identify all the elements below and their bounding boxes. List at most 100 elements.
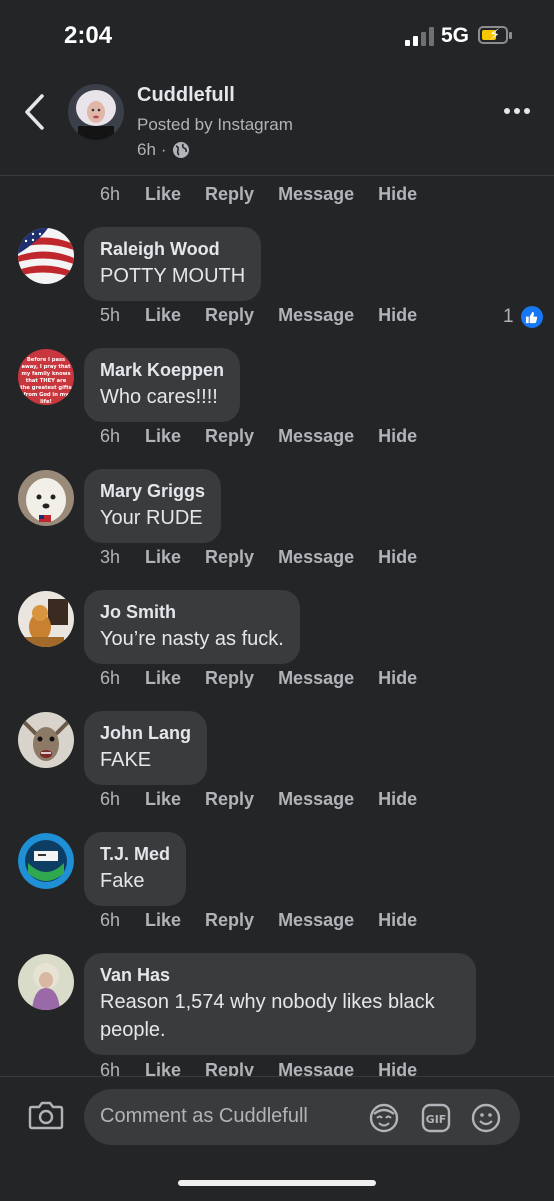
post-time: 6h — [137, 140, 156, 159]
hide-button[interactable]: Hide — [378, 910, 417, 931]
comment-time: 6h — [100, 184, 121, 204]
comment-placeholder: Comment as Cuddlefull — [100, 1105, 308, 1127]
comment-actions: 6h Like Reply Message Hide — [100, 789, 441, 810]
reply-button[interactable]: Reply — [205, 1060, 254, 1076]
comment-bubble[interactable]: T.J. Med Fake — [84, 832, 187, 906]
status-bar: 2:04 5G ⚡ — [0, 0, 554, 70]
signal-icon — [405, 26, 435, 46]
comment-text-line: Reason 1,574 why nobody likes black — [100, 991, 435, 1013]
comment-time: 6h — [100, 668, 121, 688]
globe-icon — [172, 142, 189, 158]
message-button[interactable]: Message — [278, 305, 354, 326]
like-button[interactable]: Like — [145, 1060, 181, 1076]
avatar-sticker-icon[interactable] — [368, 1102, 400, 1134]
home-indicator[interactable] — [178, 1180, 376, 1186]
svg-text:GIF: GIF — [426, 1113, 447, 1126]
svg-text:away, I pray that: away, I pray that — [21, 364, 71, 370]
comment-bubble[interactable]: Van Has Reason 1,574 why nobody likes bl… — [84, 953, 476, 1055]
comment-actions: 6h Like Reply Message Hide — [100, 1060, 441, 1076]
post-header: Cuddlefull Posted by Instagram 6h · — [0, 70, 554, 176]
comment-time: 6h — [100, 1060, 121, 1076]
like-button[interactable]: Like — [145, 426, 181, 447]
like-thumb-icon — [518, 304, 545, 330]
comment-actions: 5h Like Reply Message Hide — [100, 305, 441, 326]
comments-list[interactable]: 6h Like Reply Message Hide Raleigh Wood … — [0, 176, 554, 1076]
hide-button[interactable]: Hide — [378, 426, 417, 447]
avatar[interactable] — [18, 470, 74, 526]
message-button[interactable]: Message — [278, 184, 354, 205]
message-button[interactable]: Message — [278, 668, 354, 689]
comment-text-line: people. — [100, 1019, 166, 1041]
meta-separator: · — [160, 140, 167, 159]
like-button[interactable]: Like — [145, 547, 181, 568]
svg-text:my family knows: my family knows — [21, 371, 70, 377]
avatar[interactable]: Before I pass away, I pray that my famil… — [18, 349, 74, 405]
comment-author[interactable]: Mary Griggs — [100, 480, 205, 502]
camera-icon[interactable] — [28, 1100, 64, 1130]
reply-button[interactable]: Reply — [205, 305, 254, 326]
avatar[interactable] — [18, 228, 74, 284]
comment-text: You’re nasty as fuck. — [100, 628, 284, 650]
comment-text: Fake — [100, 870, 145, 892]
comment-author[interactable]: Mark Koeppen — [100, 359, 224, 381]
avatar[interactable] — [18, 954, 74, 1010]
more-options-button[interactable] — [504, 108, 530, 114]
emoji-icon[interactable] — [470, 1102, 502, 1134]
comment-author[interactable]: T.J. Med — [100, 843, 170, 865]
like-button[interactable]: Like — [145, 789, 181, 810]
posted-by-label: Posted by Instagram — [137, 115, 293, 134]
avatar[interactable] — [18, 833, 74, 889]
reply-button[interactable]: Reply — [205, 789, 254, 810]
comment-bubble[interactable]: Jo Smith You’re nasty as fuck. — [84, 590, 300, 664]
comment-bubble[interactable]: John Lang FAKE — [84, 711, 207, 785]
message-button[interactable]: Message — [278, 1060, 354, 1076]
message-button[interactable]: Message — [278, 910, 354, 931]
comment-time: 6h — [100, 910, 121, 930]
page-name[interactable]: Cuddlefull — [137, 84, 235, 107]
like-button[interactable]: Like — [145, 305, 181, 326]
reaction-count[interactable]: 1 — [503, 304, 545, 330]
gif-icon[interactable]: GIF — [420, 1102, 452, 1134]
reply-button[interactable]: Reply — [205, 184, 254, 205]
hide-button[interactable]: Hide — [378, 1060, 417, 1076]
comment-author[interactable]: Jo Smith — [100, 601, 284, 623]
clock: 2:04 — [64, 22, 113, 49]
message-button[interactable]: Message — [278, 789, 354, 810]
svg-text:that THEY are: that THEY are — [26, 378, 67, 384]
post-meta: 6h · — [137, 140, 190, 160]
hide-button[interactable]: Hide — [378, 547, 417, 568]
comment-bubble[interactable]: Raleigh Wood POTTY MOUTH — [84, 227, 262, 301]
back-chevron-icon[interactable] — [22, 92, 48, 132]
like-button[interactable]: Like — [145, 184, 181, 205]
comment-time: 3h — [100, 547, 121, 567]
hide-button[interactable]: Hide — [378, 789, 417, 810]
reply-button[interactable]: Reply — [205, 910, 254, 931]
avatar[interactable] — [18, 591, 74, 647]
hide-button[interactable]: Hide — [378, 184, 417, 205]
page-avatar[interactable] — [68, 84, 124, 140]
reply-button[interactable]: Reply — [205, 668, 254, 689]
comment-input[interactable]: Comment as Cuddlefull GIF — [84, 1089, 520, 1145]
like-button[interactable]: Like — [145, 910, 181, 931]
network-label: 5G — [441, 24, 470, 47]
comment-bubble[interactable]: Mary Griggs Your RUDE — [84, 469, 222, 543]
svg-text:life!: life! — [40, 399, 52, 405]
comment-author[interactable]: Raleigh Wood — [100, 238, 245, 260]
avatar[interactable] — [18, 712, 74, 768]
svg-text:from God in my: from God in my — [24, 392, 70, 398]
comment-author[interactable]: John Lang — [100, 722, 191, 744]
comment-actions: 6h Like Reply Message Hide — [100, 668, 441, 689]
like-button[interactable]: Like — [145, 668, 181, 689]
comment-time: 6h — [100, 789, 121, 809]
comment-author[interactable]: Van Has — [100, 964, 460, 986]
svg-text:the greatest gifts: the greatest gifts — [20, 385, 71, 391]
reply-button[interactable]: Reply — [205, 426, 254, 447]
reply-button[interactable]: Reply — [205, 547, 254, 568]
reaction-number: 1 — [503, 306, 514, 327]
hide-button[interactable]: Hide — [378, 305, 417, 326]
hide-button[interactable]: Hide — [378, 668, 417, 689]
comment-text: Your RUDE — [100, 507, 203, 529]
message-button[interactable]: Message — [278, 547, 354, 568]
comment-bubble[interactable]: Mark Koeppen Who cares!!!! — [84, 348, 241, 422]
message-button[interactable]: Message — [278, 426, 354, 447]
